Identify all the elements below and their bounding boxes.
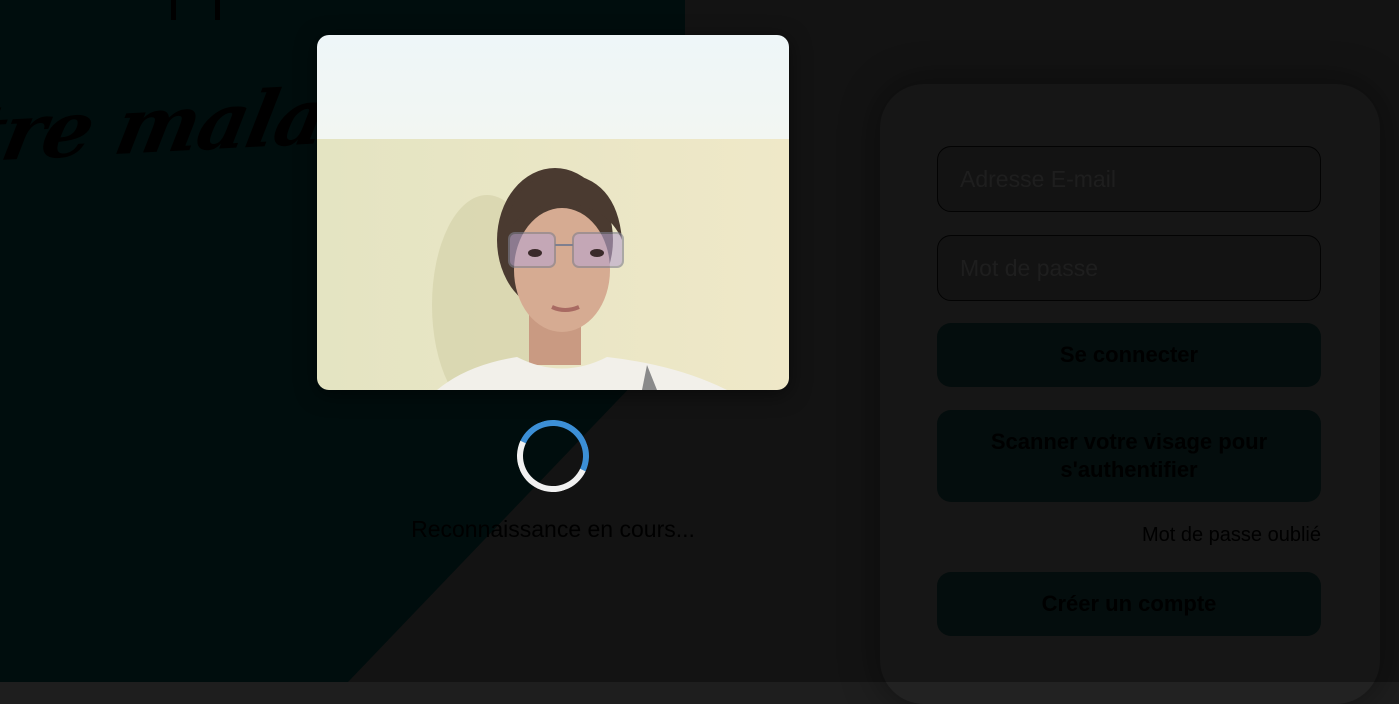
webcam-image xyxy=(317,35,789,390)
recognition-status: Reconnaissance en cours... xyxy=(411,516,695,542)
webcam-preview xyxy=(317,35,789,390)
